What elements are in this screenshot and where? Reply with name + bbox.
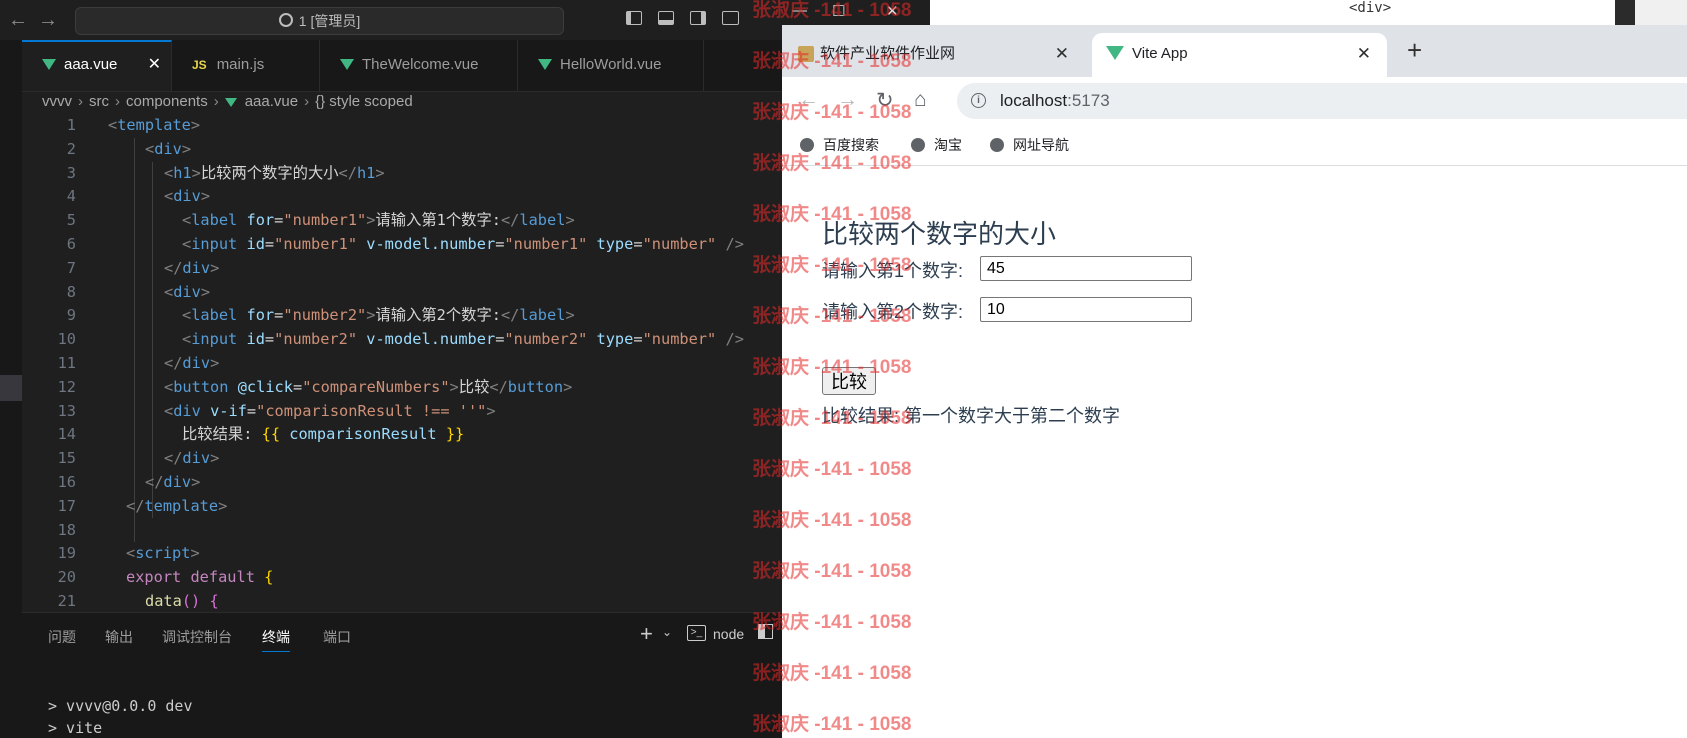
tab-label: TheWelcome.vue	[362, 56, 479, 73]
breadcrumb-item[interactable]: aaa.vue	[245, 93, 298, 110]
watermark: 张淑庆 -141 - 1058	[752, 510, 912, 531]
vscode-window: ← → 1 [管理员] aaa.vue ✕ JS main.js TheWelco…	[0, 0, 782, 738]
watermark: 张淑庆 -141 - 1058	[752, 561, 912, 582]
tab-terminal[interactable]: 终端	[262, 627, 290, 652]
watermark: 张淑庆 -141 - 1058	[752, 255, 912, 276]
background-window: — ☐ ✕ <div>	[782, 0, 1687, 25]
chevron-right-icon: ›	[115, 93, 120, 110]
vue-file-icon	[42, 59, 56, 70]
vue-file-icon	[340, 59, 354, 70]
browser-toolbar: ← → ↻ ⌂ i localhost:5173	[782, 77, 1687, 127]
add-terminal-icon[interactable]: +	[640, 621, 653, 647]
watermark: 张淑庆 -141 - 1058	[752, 0, 912, 21]
tab-ports[interactable]: 端口	[323, 627, 351, 647]
breadcrumb-item[interactable]: components	[126, 93, 208, 110]
url-host: localhost	[1000, 91, 1068, 110]
close-icon[interactable]: ✕	[1055, 33, 1069, 75]
breadcrumb-item[interactable]: vvvv	[42, 93, 72, 110]
command-center-label: 1 [管理员]	[298, 13, 361, 29]
forward-arrow-icon[interactable]: →	[38, 9, 58, 32]
breadcrumb: vvvv › src › components › aaa.vue › {} style sco…	[42, 91, 413, 113]
chevron-right-icon: ›	[213, 93, 219, 110]
number2-input[interactable]	[980, 297, 1192, 322]
watermark: 张淑庆 -141 - 1058	[752, 153, 912, 174]
tab-label: aaa.vue	[64, 56, 118, 73]
bottom-panel: 问题 输出 调试控制台 终端 端口 + ⌄ >_ node > vvvv@0.0…	[22, 612, 782, 738]
breadcrumb-item[interactable]: src	[89, 93, 109, 110]
terminal-line: > vvvv@0.0.0 dev	[48, 697, 193, 715]
browser-window: 软件产业软件作业网 ✕ Vite App ✕ + ← → ↻ ⌂ i local…	[782, 25, 1687, 738]
customize-layout-icon[interactable]	[722, 11, 739, 25]
tab-problems[interactable]: 问题	[48, 627, 76, 647]
home-icon[interactable]: ⌂	[914, 88, 927, 112]
tab-main-js[interactable]: JS main.js	[172, 40, 320, 91]
watermark: 张淑庆 -141 - 1058	[752, 102, 912, 123]
bookmarks-bar: 百度搜索 淘宝 网址导航	[782, 127, 1687, 166]
indent-guide	[134, 138, 135, 542]
site-info-icon[interactable]: i	[971, 93, 986, 108]
toggle-secondary-sidebar-icon[interactable]	[690, 11, 706, 25]
address-bar[interactable]: i localhost:5173	[957, 83, 1687, 119]
browser-tab-vite-app[interactable]: Vite App ✕	[1092, 33, 1387, 77]
code-editor[interactable]: 1 <template> 2 <div> 3 <h1>比较两个数字的大小</h1> 4…	[22, 114, 782, 612]
vue-file-icon	[538, 59, 552, 70]
watermark: 张淑庆 -141 - 1058	[752, 408, 912, 429]
toggle-panel-icon[interactable]	[658, 11, 674, 25]
url-port: :5173	[1067, 91, 1110, 110]
watermark: 张淑庆 -141 - 1058	[752, 357, 912, 378]
title-bar: ← → 1 [管理员]	[0, 0, 782, 40]
tab-helloworld-vue[interactable]: HelloWorld.vue	[518, 40, 704, 91]
tab-label: main.js	[216, 56, 265, 73]
editor-tabs: aaa.vue ✕ JS main.js TheWelcome.vue Hello…	[22, 40, 782, 92]
activity-bar	[0, 40, 22, 738]
breadcrumb-symbol[interactable]: {} style scoped	[315, 93, 413, 110]
bookmark-nav[interactable]: 网址导航	[990, 135, 1069, 155]
vue-favicon-icon	[1106, 46, 1124, 60]
tab-thewelcome-vue[interactable]: TheWelcome.vue	[320, 40, 518, 91]
tab-label: HelloWorld.vue	[560, 56, 662, 73]
command-center[interactable]: 1 [管理员]	[75, 7, 564, 35]
close-icon[interactable]: ✕	[148, 42, 161, 88]
watermark: 张淑庆 -141 - 1058	[752, 51, 912, 72]
new-tab-button[interactable]: +	[1407, 35, 1422, 66]
tab-aaa-vue[interactable]: aaa.vue ✕	[22, 40, 172, 91]
chevron-right-icon: ›	[304, 93, 310, 110]
js-file-icon: JS	[192, 58, 207, 72]
watermark: 张淑庆 -141 - 1058	[752, 459, 912, 480]
watermark: 张淑庆 -141 - 1058	[752, 714, 912, 735]
chevron-down-icon[interactable]: ⌄	[662, 625, 672, 639]
terminal-line: > vite	[48, 719, 103, 737]
globe-icon	[911, 138, 925, 152]
tab-debug-console[interactable]: 调试控制台	[162, 627, 232, 647]
browser-tab-label: Vite App	[1132, 45, 1188, 62]
terminal-icon: >_	[687, 625, 706, 641]
globe-icon	[990, 138, 1004, 152]
background-scrollbar	[1615, 0, 1635, 25]
search-icon	[278, 13, 293, 27]
tab-output[interactable]: 输出	[105, 627, 133, 647]
vue-file-icon	[224, 98, 237, 107]
watermark: 张淑庆 -141 - 1058	[752, 306, 912, 327]
number1-input[interactable]	[980, 256, 1192, 281]
indent-guide	[152, 162, 153, 518]
chevron-right-icon: ›	[78, 93, 83, 110]
browser-tab-strip: 软件产业软件作业网 ✕ Vite App ✕ +	[782, 25, 1687, 77]
watermark: 张淑庆 -141 - 1058	[752, 204, 912, 225]
bookmark-taobao[interactable]: 淘宝	[911, 135, 962, 155]
close-icon[interactable]: ✕	[1357, 33, 1371, 75]
watermark: 张淑庆 -141 - 1058	[752, 612, 912, 633]
terminal-name[interactable]: node	[713, 626, 744, 642]
activity-bar-active-indicator	[0, 375, 22, 401]
back-arrow-icon[interactable]: ←	[8, 9, 28, 32]
background-panel	[1635, 0, 1687, 25]
watermark: 张淑庆 -141 - 1058	[752, 663, 912, 684]
toggle-sidebar-icon[interactable]	[626, 11, 642, 25]
background-code-text: <div>	[1349, 0, 1392, 16]
web-page: 比较两个数字的大小 请输入第1个数字: 请输入第2个数字: 比较 比较结果: 第…	[782, 166, 1687, 738]
